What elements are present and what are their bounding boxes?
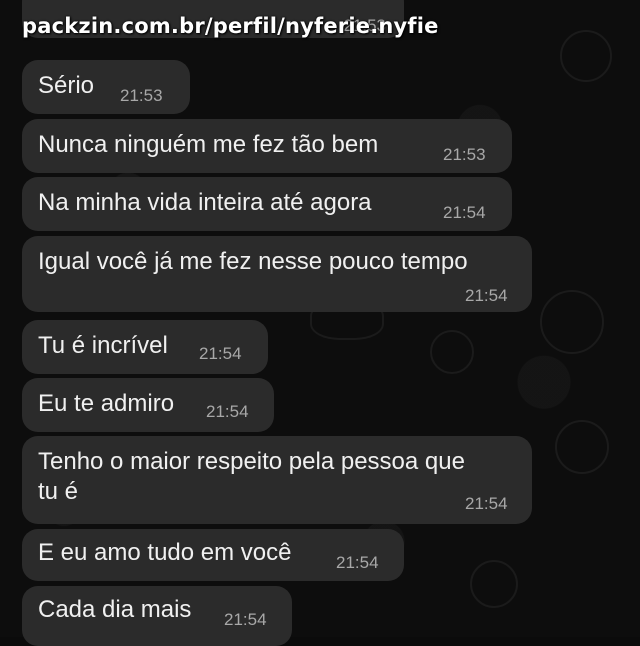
message-time: 21:54 [224,610,267,629]
message-bubble[interactable]: Igual você já me fez nesse pouco tempo 2… [22,236,532,312]
message-bubble[interactable]: Eu te admiro 21:54 [22,378,274,432]
message-bubble[interactable]: Cada dia mais 21:54 [22,586,292,646]
message-bubble[interactable]: Nunca ninguém me fez tão bem 21:53 [22,119,512,173]
message-time: 21:54 [199,344,242,363]
message-text: Nunca ninguém me fez tão bem [38,131,379,158]
message-bubble[interactable]: Tu é incrível 21:54 [22,320,268,374]
message-bubble[interactable]: Tenho o maior respeito pela pessoa que t… [22,436,532,524]
message-text: Na minha vida inteira até agora [38,189,372,216]
message-text: Igual você já me fez nesse pouco tempo [38,248,468,275]
watermark-text: packzin.com.br/perfil/nyferie.nyfie [22,14,439,38]
message-time: 21:54 [465,286,508,305]
message-time: 21:53 [443,145,486,164]
message-text: Sério [38,72,95,99]
message-text: Eu te admiro [38,390,175,417]
message-time: 21:53 [120,86,163,105]
message-text: Tu é incrível [38,332,168,359]
message-time: 21:54 [443,203,486,222]
message-text: Tenho o maior respeito pela pessoa que t… [38,448,465,505]
message-time: 21:54 [206,402,249,421]
message-time: 21:54 [336,553,379,572]
message-bubble[interactable]: Na minha vida inteira até agora 21:54 [22,177,512,231]
message-bubble[interactable]: E eu amo tudo em você 21:54 [22,529,404,581]
message-text: Cada dia mais [38,596,192,623]
message-time: 21:54 [465,494,508,513]
message-text: E eu amo tudo em você [38,539,292,566]
chat-message-list[interactable]: 21:53 Sério 21:53 Nunca ninguém me fez t… [0,0,640,646]
message-bubble[interactable]: Sério 21:53 [22,60,190,114]
